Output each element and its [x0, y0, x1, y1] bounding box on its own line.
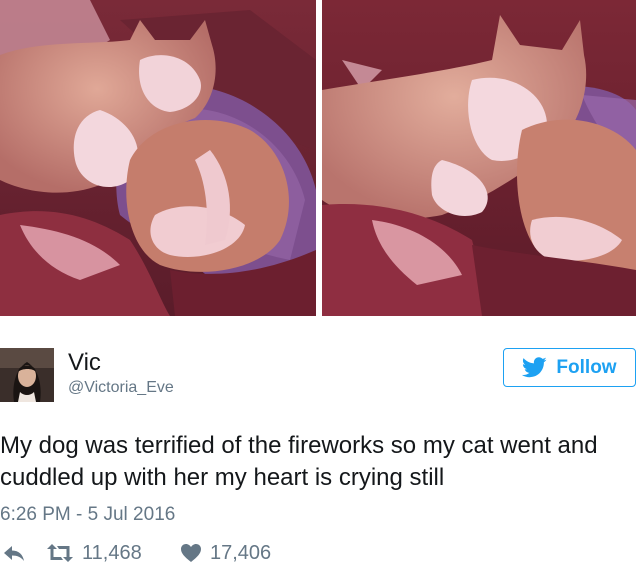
retweet-button[interactable]: 11,468	[46, 540, 142, 565]
user-handle[interactable]: @Victoria_Eve	[68, 378, 174, 398]
tweet-timestamp[interactable]: 6:26 PM - 5 Jul 2016	[0, 503, 175, 527]
reply-icon	[4, 546, 24, 561]
retweet-count: 11,468	[82, 542, 142, 564]
reply-button[interactable]	[2, 540, 26, 565]
display-name[interactable]: Vic	[68, 349, 101, 377]
tweet-photo-right[interactable]	[322, 0, 636, 316]
cat-and-dog-photo-icon	[0, 0, 316, 316]
profile-photo-icon	[0, 348, 54, 402]
tweet-text: My dog was terrified of the fireworks so…	[0, 432, 598, 491]
like-button[interactable]: 17,406	[180, 540, 271, 565]
twitter-bird-icon	[522, 357, 548, 378]
tweet-media	[0, 0, 636, 316]
follow-label: Follow	[556, 356, 617, 378]
retweet-icon	[47, 544, 73, 562]
follow-button[interactable]: Follow	[503, 348, 636, 387]
avatar[interactable]	[0, 348, 54, 402]
heart-icon	[181, 544, 201, 562]
like-count: 17,406	[210, 542, 272, 564]
cat-and-dog-photo-icon	[322, 0, 636, 316]
tweet-photo-left[interactable]	[0, 0, 316, 316]
